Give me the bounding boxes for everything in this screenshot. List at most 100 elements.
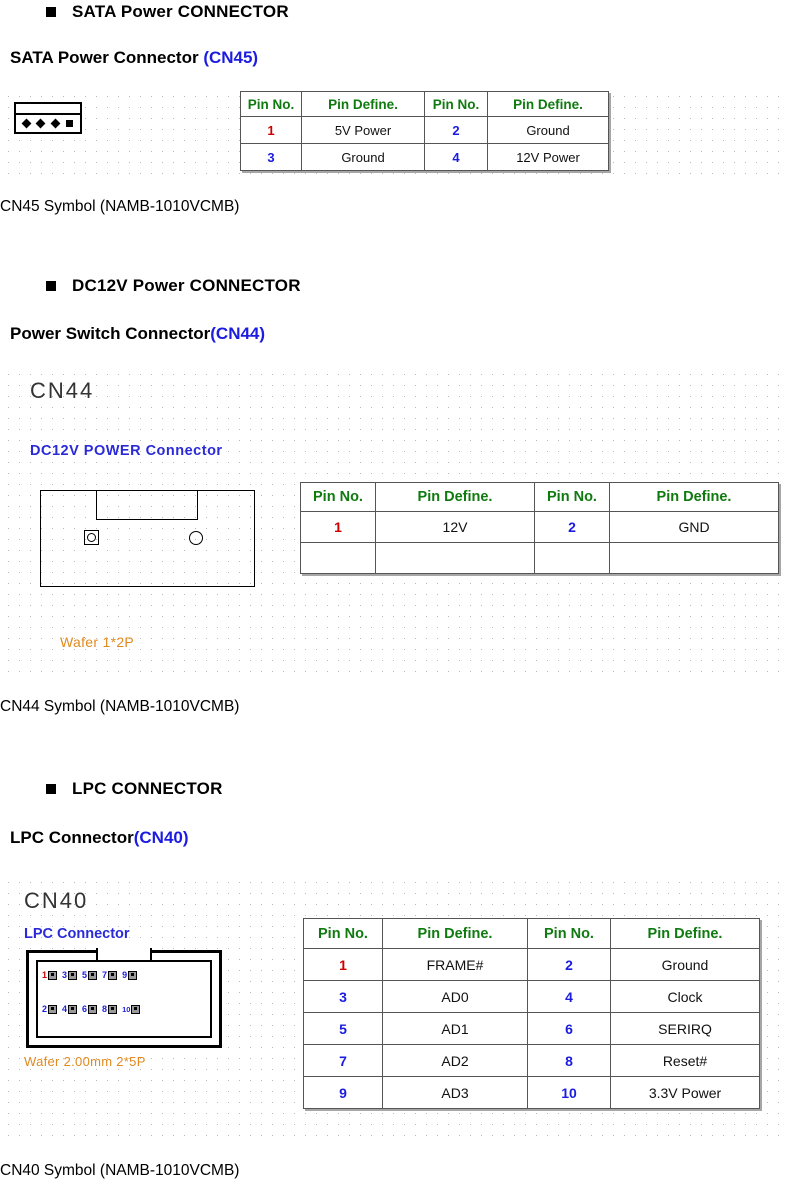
col-pin-define-2: Pin Define. [609,482,779,512]
table-header-row: Pin No. Pin Define. Pin No. Pin Define. [303,918,760,949]
cn44-pin1-pad [84,530,99,545]
subheading-dc12v-ref: (CN44) [210,324,266,343]
subheading-sata-ref: (CN45) [203,48,259,67]
table-row: 5 AD1 6 SERIRQ [303,1012,760,1045]
cn40-drawing-subtitle: LPC Connector [24,926,130,942]
subheading-dc12v: Power Switch Connector(CN44) [10,324,265,344]
cn40-pin-pad [108,1004,118,1014]
table-row [300,542,779,574]
cell-pin-define [375,542,535,574]
cn40-pin-pad [88,1004,98,1014]
cell-pin-define: AD3 [382,1076,528,1109]
cad-canvas-cn44: CN44 DC12V POWER Connector Wafer 1*2P Pi… [0,366,788,676]
cn40-pin-pad [88,970,98,980]
cell-pin-define: 5V Power [301,116,425,144]
cn40-pin-10: 10 [122,1004,141,1014]
cn44-pin2-pad [189,531,203,545]
col-pin-define-1: Pin Define. [375,482,535,512]
caption-cn45: CN45 Symbol (NAMB-1010VCMB) [0,198,240,215]
cad-canvas-cn40: CN40 LPC Connector 1 3 5 7 9 2 4 6 8 10 … [0,874,788,1142]
cell-pin-no: 5 [303,1012,383,1045]
section-heading-lpc: LPC CONNECTOR [46,779,223,799]
cn40-pin-label: 2 [42,1004,48,1014]
cn40-pin-pad [48,1004,58,1014]
cn44-drawing-subtitle: DC12V POWER Connector [30,443,223,459]
cn40-pin-pad [68,970,78,980]
cell-pin-define: Reset# [610,1044,760,1077]
cell-pin-no [534,542,610,574]
cell-pin-define: AD1 [382,1012,528,1045]
cell-pin-no: 4 [424,143,488,171]
col-pin-define-1: Pin Define. [382,918,528,949]
cell-pin-define: AD0 [382,980,528,1013]
col-pin-no-1: Pin No. [240,91,302,117]
cn40-wafer-label: Wafer 2.00mm 2*5P [24,1054,146,1069]
table-row: 9 AD3 10 3.3V Power [303,1076,760,1109]
cn45-connector-symbol [14,102,82,134]
cn40-pin-table-wrap: Pin No. Pin Define. Pin No. Pin Define. … [303,918,760,1109]
cn40-pin-row-odd: 1 3 5 7 9 [42,970,138,980]
table-row: 3 Ground 4 12V Power [240,143,609,171]
cn40-pin-pad [108,970,118,980]
document-page: SATA Power CONNECTOR SATA Power Connecto… [0,0,788,1191]
cn40-pin-label: 3 [62,970,68,980]
cell-pin-define: GND [609,511,779,543]
cn40-pin-table: Pin No. Pin Define. Pin No. Pin Define. … [303,918,760,1109]
cn44-drawing-title: CN44 [30,378,95,403]
cell-pin-no: 3 [240,143,302,171]
cn45-pin-table-wrap: Pin No. Pin Define. Pin No. Pin Define. … [240,91,609,171]
col-pin-no-2: Pin No. [424,91,488,117]
cell-pin-no: 1 [300,511,376,543]
cell-pin-define: 12V [375,511,535,543]
table-header-row: Pin No. Pin Define. Pin No. Pin Define. [240,91,609,117]
cn45-pin-marker [50,118,61,129]
cad-canvas-cn45: Pin No. Pin Define. Pin No. Pin Define. … [0,88,788,176]
cn40-pin-pad [68,1004,78,1014]
cn40-pin-2: 2 [42,1004,58,1014]
cell-pin-no: 2 [424,116,488,144]
cn40-pin-label: 8 [102,1004,108,1014]
col-pin-define-2: Pin Define. [610,918,760,949]
cn40-pin-label: 5 [82,970,88,980]
cell-pin-no: 2 [534,511,610,543]
cn40-pin-5: 5 [82,970,98,980]
cn40-pin-label: 6 [82,1004,88,1014]
cn40-pin-label: 4 [62,1004,68,1014]
bullet-square-icon [46,784,56,794]
cell-pin-define: SERIRQ [610,1012,760,1045]
cell-pin-no: 6 [527,1012,611,1045]
table-row: 1 12V 2 GND [300,511,779,543]
cell-pin-define: FRAME# [382,948,528,981]
cn44-pin-table-wrap: Pin No. Pin Define. Pin No. Pin Define. … [300,482,779,574]
cn45-pin1-marker [65,120,73,127]
cell-pin-no: 8 [527,1044,611,1077]
cn40-pin-6: 6 [82,1004,98,1014]
col-pin-no-1: Pin No. [300,482,376,512]
cn40-pin-row-even: 2 4 6 8 10 [42,1004,141,1014]
bullet-square-icon [46,7,56,17]
cn45-pin-table: Pin No. Pin Define. Pin No. Pin Define. … [240,91,609,171]
cell-pin-no: 9 [303,1076,383,1109]
cn44-pin-table: Pin No. Pin Define. Pin No. Pin Define. … [300,482,779,574]
cell-pin-no: 2 [527,948,611,981]
caption-cn40: CN40 Symbol (NAMB-1010VCMB) [0,1162,240,1179]
section-heading-sata-text: SATA Power CONNECTOR [72,2,289,21]
bullet-square-icon [46,281,56,291]
cn40-pin-4: 4 [62,1004,78,1014]
cell-pin-define: Clock [610,980,760,1013]
table-header-row: Pin No. Pin Define. Pin No. Pin Define. [300,482,779,512]
subheading-sata-text: SATA Power Connector [10,48,204,67]
cn40-pin-9: 9 [122,970,138,980]
cell-pin-define: Ground [610,948,760,981]
cn40-pin-3: 3 [62,970,78,980]
cell-pin-no: 4 [527,980,611,1013]
subheading-lpc-text: LPC Connector [10,828,134,847]
subheading-dc12v-text: Power Switch Connector [10,324,211,343]
table-row: 1 5V Power 2 Ground [240,116,609,144]
section-heading-dc12v: DC12V Power CONNECTOR [46,276,301,296]
table-row: 1 FRAME# 2 Ground [303,948,760,981]
cell-pin-define: 3.3V Power [610,1076,760,1109]
caption-cn44: CN44 Symbol (NAMB-1010VCMB) [0,698,240,715]
cn40-pin-label: 10 [122,1004,131,1014]
subheading-lpc-ref: (CN40) [133,828,189,847]
